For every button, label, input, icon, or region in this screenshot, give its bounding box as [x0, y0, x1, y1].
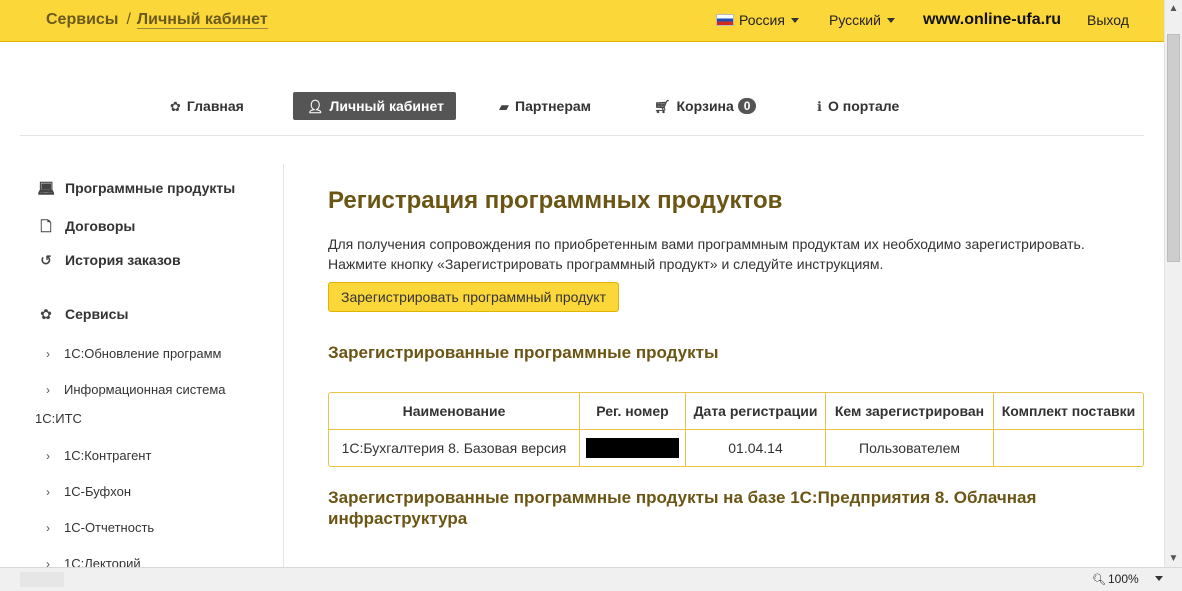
registered-products-table: Наименование Рег. номер Дата регистрации… — [328, 392, 1144, 467]
scroll-up-icon[interactable]: ▲ — [1165, 0, 1182, 17]
briefcase-icon: ▰ — [499, 99, 509, 114]
intro-line-2: Нажмите кнопку «Зарегистрировать програм… — [328, 256, 884, 272]
nav-partners-label: Партнерам — [515, 98, 592, 114]
zoom-control[interactable]: 🔍︎ 100% — [1092, 572, 1163, 586]
cart-icon: 🛒︎ — [654, 99, 671, 114]
table-header-row: Наименование Рег. номер Дата регистрации… — [329, 393, 1143, 430]
sidebar-item-label: Договоры — [65, 218, 136, 234]
nav-about[interactable]: ℹ О портале — [817, 92, 899, 120]
service-label: 1С-Отчетность — [64, 520, 155, 535]
status-bar: 🔍︎ 100% — [0, 567, 1182, 591]
column-header-registered-by: Кем зарегистрирован — [826, 393, 994, 430]
nav-cart-label: Корзина — [676, 98, 734, 114]
breadcrumb-services-link[interactable]: Сервисы — [46, 11, 118, 29]
sidebar-item-products[interactable]: 💻︎ Программные продукты — [36, 180, 235, 197]
nav-cabinet[interactable]: 👤︎ Личный кабинет — [293, 92, 456, 120]
column-header-reg-date: Дата регистрации — [686, 393, 826, 430]
sidebar-service-bufphone[interactable]: › 1С-Буфхон — [40, 484, 131, 499]
russia-flag-icon — [716, 14, 734, 26]
flower-icon: ✿ — [40, 306, 52, 322]
logout-link[interactable]: Выход — [1087, 12, 1129, 28]
cloud-heading-line-1: Зарегистрированные программные продукты … — [328, 488, 1037, 507]
cart-count-badge: 0 — [737, 98, 757, 114]
chevron-right-icon: › — [46, 383, 50, 397]
sidebar-service-its[interactable]: 1С:ИТС — [35, 411, 82, 426]
nav-cabinet-label: Личный кабинет — [329, 98, 444, 114]
cloud-products-heading: Зарегистрированные программные продукты … — [328, 487, 1036, 529]
cell-name: 1С:Бухгалтерия 8. Базовая версия — [329, 430, 580, 466]
breadcrumb-separator: / — [126, 11, 131, 28]
nav-cart[interactable]: 🛒︎ Корзина 0 — [654, 92, 757, 120]
scrollbar-thumb[interactable] — [1167, 34, 1180, 262]
info-icon: ℹ — [817, 99, 822, 114]
document-icon: 🗋 — [40, 218, 52, 234]
table-row: 1С:Бухгалтерия 8. Базовая версия 01.04.1… — [329, 430, 1143, 466]
chevron-down-icon — [790, 18, 799, 23]
user-icon: 👤︎ — [307, 99, 324, 114]
laptop-icon: 💻︎ — [37, 180, 55, 196]
service-label: 1С-Буфхон — [64, 484, 132, 499]
sidebar-item-history[interactable]: ↺ История заказов — [36, 252, 181, 269]
chevron-down-icon — [1154, 576, 1163, 581]
nav-about-label: О портале — [827, 98, 900, 114]
chevron-right-icon: › — [46, 521, 50, 535]
sidebar: 💻︎ Программные продукты 🗋 Договоры ↺ Истори… — [20, 164, 284, 568]
sidebar-service-updates[interactable]: › 1С:Обновление программ — [40, 346, 221, 361]
cloud-heading-line-2: инфраструктура — [328, 509, 468, 528]
language-dropdown[interactable]: Русский — [829, 12, 895, 28]
column-header-reg-number: Рег. номер — [580, 393, 686, 430]
sidebar-item-label: История заказов — [65, 252, 181, 268]
vertical-scrollbar[interactable]: ▲ ▼ — [1164, 0, 1182, 567]
service-label: 1С:Контрагент — [64, 448, 152, 463]
cell-reg-date: 01.04.14 — [686, 430, 826, 466]
sidebar-item-contracts[interactable]: 🗋 Договоры — [36, 216, 135, 240]
breadcrumb: Сервисы / Личный кабинет — [46, 11, 268, 29]
sidebar-service-infosystem[interactable]: › Информационная система — [40, 382, 226, 397]
sidebar-services-heading: ✿ Сервисы — [36, 306, 128, 323]
main-nav: ✿ Главная 👤︎ Личный кабинет ▰ Партнерам 🛒︎ К… — [20, 88, 1144, 136]
registered-products-heading: Зарегистрированные программные продукты — [328, 343, 719, 362]
sidebar-service-reporting[interactable]: › 1С-Отчетность — [40, 520, 154, 535]
chevron-right-icon: › — [46, 449, 50, 463]
service-label: Информационная система — [64, 382, 226, 397]
status-progress — [20, 572, 64, 587]
nav-home[interactable]: ✿ Главная — [170, 92, 244, 120]
breadcrumb-cabinet-link[interactable]: Личный кабинет — [136, 11, 268, 29]
redacted-reg-number — [586, 438, 679, 458]
column-header-kit: Комплект поставки — [994, 393, 1143, 430]
language-label: Русский — [829, 12, 881, 28]
chevron-down-icon — [886, 18, 895, 23]
zoom-level: 100% — [1107, 572, 1139, 586]
cell-kit — [994, 430, 1143, 466]
nav-partners[interactable]: ▰ Партнерам — [499, 92, 591, 120]
service-label: 1С:Обновление программ — [64, 346, 222, 361]
history-icon: ↺ — [40, 252, 52, 268]
region-dropdown[interactable]: Россия — [716, 12, 799, 28]
column-header-name: Наименование — [329, 393, 580, 430]
intro-text: Для получения сопровождения по приобрете… — [328, 234, 1128, 274]
intro-line-1: Для получения сопровождения по приобрете… — [328, 236, 1085, 252]
nav-home-label: Главная — [186, 98, 244, 114]
chevron-right-icon: › — [46, 347, 50, 361]
cell-registered-by: Пользователем — [826, 430, 994, 466]
page-title: Регистрация программных продуктов — [328, 187, 783, 214]
top-bar: Сервисы / Личный кабинет Россия Русский ww… — [0, 0, 1164, 42]
sidebar-item-label: Программные продукты — [65, 180, 236, 196]
chevron-right-icon: › — [46, 485, 50, 499]
sidebar-services-label: Сервисы — [65, 306, 129, 322]
sidebar-service-counterparty[interactable]: › 1С:Контрагент — [40, 448, 151, 463]
region-label: Россия — [739, 12, 785, 28]
site-link[interactable]: www.online-ufa.ru — [923, 11, 1061, 29]
zoom-icon: 🔍︎ — [1092, 574, 1106, 586]
register-product-button[interactable]: Зарегистрировать программный продукт — [328, 282, 619, 312]
cell-reg-number — [580, 430, 686, 466]
scroll-down-icon[interactable]: ▼ — [1165, 550, 1182, 567]
flower-icon: ✿ — [170, 99, 181, 114]
